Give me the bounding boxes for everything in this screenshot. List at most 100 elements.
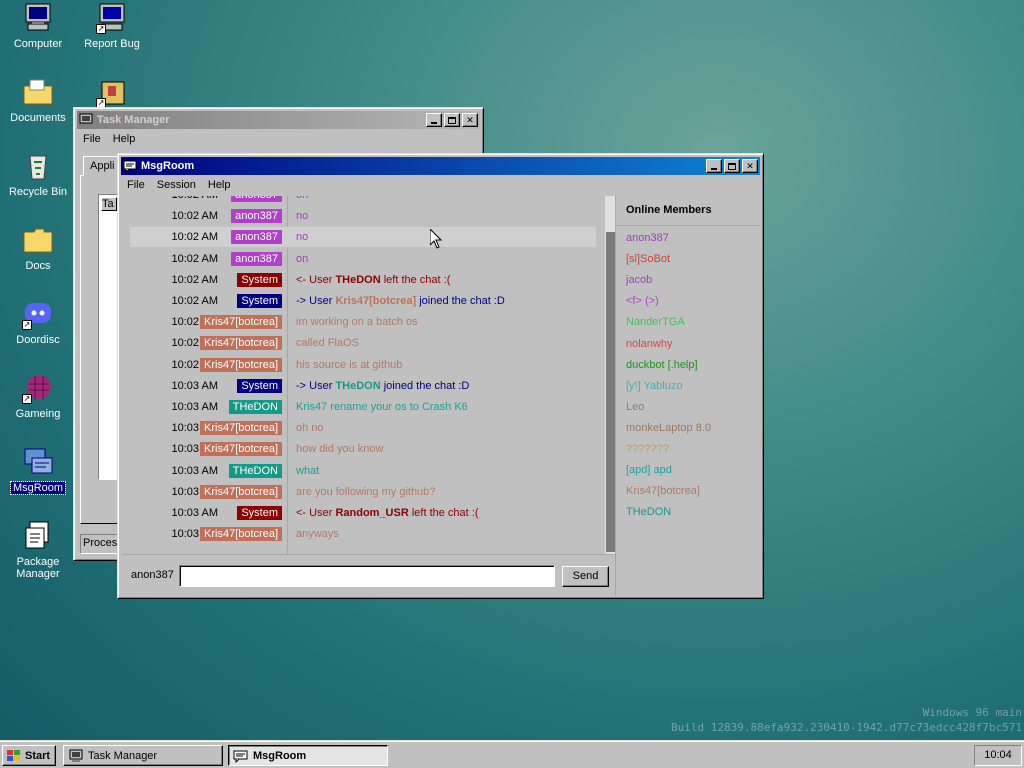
menu-file[interactable]: File [77,131,107,147]
chat-message-row[interactable]: 10:03 AM Kris47[botcrea] oh no [130,418,596,438]
package-icon: ↗ [96,76,128,108]
online-member[interactable]: <f> (>) [626,295,659,307]
message-nick-badge[interactable]: anon387 [231,230,282,245]
chat-message-row[interactable]: 10:03 AM THeDON what [130,461,596,481]
desktop-icon-documents[interactable]: Documents [1,76,75,124]
chat-message-row[interactable]: 10:02 AM anon387 on [130,196,596,205]
online-member[interactable]: nolanwhy [626,338,672,350]
minimize-button[interactable] [426,113,442,127]
desktop-icon-doordisc[interactable]: ↗ Doordisc [1,298,75,346]
message-nick-badge[interactable]: System [237,506,282,520]
start-button[interactable]: Start [2,745,56,766]
online-member[interactable]: ??????? [626,443,669,455]
msgroom-icon [22,446,54,478]
message-nick-cell: Kris47[botcrea] [200,336,286,351]
task-manager-menubar: File Help [77,129,480,149]
desktop-icon-msgroom[interactable]: MsgRoom [1,446,75,495]
menu-help[interactable]: Help [107,131,142,147]
message-nick-badge[interactable]: System [237,272,282,287]
msgroom-window[interactable]: MsgRoom ✕ File Session Help 10:02 AM anon… [117,153,764,599]
message-nick-badge[interactable]: Kris47[botcrea] [200,484,282,499]
desktop-icon-package-manager[interactable]: Package Manager [1,520,75,580]
message-nick-badge[interactable]: System [237,294,282,308]
message-text-part: THeDON [335,379,381,392]
chat-message-row[interactable]: 10:02 AM System <- User THeDON left the ch… [130,270,596,290]
chat-message-row[interactable]: 10:02 AM Kris47[botcrea] called FlaOS [130,333,596,353]
message-nick-badge[interactable]: anon387 [231,196,282,202]
online-members-title: Online Members [616,196,761,226]
chat-message-row[interactable]: 10:02 AM Kris47[botcrea] im working on a b… [130,312,596,332]
chat-message-row[interactable]: 10:03 AM Kris47[botcrea] are you following… [130,482,596,502]
chat-message-row[interactable]: 10:02 AM anon387 no [130,227,596,248]
message-text: anyways [286,528,596,540]
message-nick-badge[interactable]: THeDON [228,400,282,414]
message-nick-cell: Kris47[botcrea] [200,421,286,436]
message-text-part: no [296,231,309,244]
desktop-icon-gameing[interactable]: ↗ Gameing [1,372,75,420]
chat-message-row[interactable]: 10:02 AM anon387 on [130,249,596,269]
taskbar-item-msgroom[interactable]: MsgRoom [228,745,388,766]
message-timestamp: 10:02 AM [171,252,218,265]
message-nick-badge[interactable]: Kris47[botcrea] [200,421,282,436]
online-member[interactable]: Leo [626,401,644,413]
watermark-line-1: Windows 96 main [922,706,1022,719]
msgroom-titlebar[interactable]: MsgRoom ✕ [121,157,760,175]
online-member[interactable]: [apd] apd [626,464,672,476]
message-nick-badge[interactable]: Kris47[botcrea] [200,527,282,542]
message-nick-badge[interactable]: Kris47[botcrea] [200,336,282,351]
maximize-button[interactable] [444,113,460,127]
message-nick-badge[interactable]: anon387 [231,209,282,224]
desktop-icon-computer[interactable]: Computer [1,2,75,50]
chat-scroll-thumb[interactable] [606,232,615,552]
online-member[interactable]: jacob [626,274,652,286]
chat-message-row[interactable]: 10:03 AM System -> User THeDON joined the … [130,376,596,396]
desktop-icon-recycle-bin[interactable]: Recycle Bin [1,150,75,198]
chat-message-row[interactable]: 10:03 AM System <- User Random_USR left th… [130,503,596,523]
message-nick-badge[interactable]: System [237,378,282,393]
taskbar-item-task-manager[interactable]: Task Manager [63,745,223,766]
folder-icon [22,224,54,256]
task-manager-titlebar[interactable]: Task Manager ✕ [77,111,480,129]
message-text: his source is at github [286,359,596,371]
taskbar: Start Task Manager MsgRoom 10:04 [0,740,1024,768]
chat-message-row[interactable]: 10:03 AM Kris47[botcrea] how did you know [130,439,596,459]
maximize-button[interactable] [724,159,740,173]
online-member[interactable]: duckbot [.help] [626,359,698,371]
online-member[interactable]: THeDON [626,506,671,518]
task-manager-title: Task Manager [97,114,170,126]
online-member[interactable]: Kris47[botcrea] [626,485,700,497]
message-text-part: called FlaOS [296,337,359,350]
chat-message-row[interactable]: 10:03 AM Kris47[botcrea] anyways [130,524,596,544]
chat-message-list[interactable]: 10:02 AManon387on10:02 AManon387no10:02 … [122,196,616,554]
minimize-icon [431,122,437,124]
chat-message-row[interactable]: 10:03 AM THeDON Kris47 rename your os to C… [130,397,596,417]
message-input[interactable] [179,565,555,587]
online-member[interactable]: [y!] Yabluzo [626,380,682,392]
message-nick-badge[interactable]: Kris47[botcrea] [200,442,282,457]
menu-session[interactable]: Session [151,177,202,193]
menu-file[interactable]: File [121,177,151,193]
online-member[interactable]: NanderTGA [626,316,685,328]
message-nick-badge[interactable]: Kris47[botcrea] [200,315,282,330]
message-text-part: oh no [296,422,324,435]
system-tray-clock[interactable]: 10:04 [974,745,1022,766]
close-button[interactable]: ✕ [742,159,758,173]
close-button[interactable]: ✕ [462,113,478,127]
current-nick-label[interactable]: anon387 [131,569,174,581]
menu-help[interactable]: Help [202,177,237,193]
message-nick-badge[interactable]: anon387 [231,251,282,266]
online-member[interactable]: monkeLaptop 8.0 [626,422,711,434]
chat-message-row[interactable]: 10:02 AM System -> User Kris47[botcrea] jo… [130,291,596,311]
online-member[interactable]: anon387 [626,232,669,244]
message-nick-badge[interactable]: THeDON [228,463,282,478]
desktop-icon-docs[interactable]: Docs [1,224,75,272]
task-column-header[interactable]: Ta [101,197,117,211]
chat-message-row[interactable]: 10:02 AM Kris47[botcrea] his source is at … [130,355,596,375]
chat-message-row[interactable]: 10:02 AM anon387 no [130,206,596,226]
message-nick-badge[interactable]: Kris47[botcrea] [200,357,282,372]
desktop-icon-report-bug[interactable]: ↗ Report Bug [75,2,149,50]
minimize-button[interactable] [706,159,722,173]
online-member[interactable]: [sl]SoBot [626,253,670,265]
send-button[interactable]: Send [562,566,609,587]
message-text-part: im working on a batch os [296,316,418,329]
